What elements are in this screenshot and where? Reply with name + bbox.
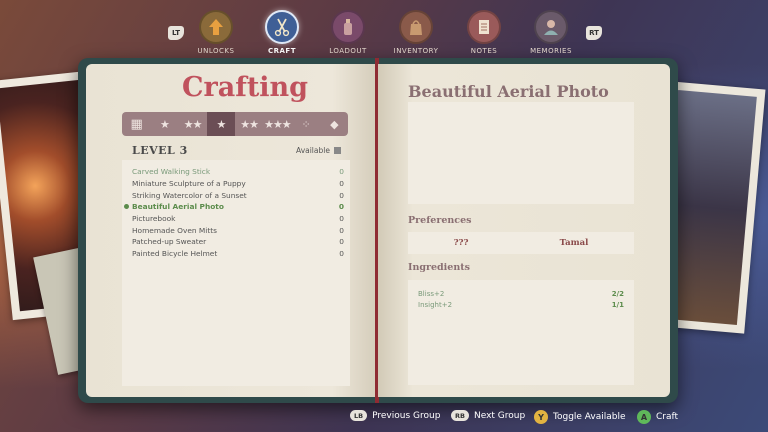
available-checkbox[interactable]: [333, 147, 341, 154]
preference-1: ???: [453, 238, 469, 248]
tier-tab-all[interactable]: ▦: [122, 112, 150, 136]
y-button-icon: Y: [534, 410, 548, 424]
scissors-icon: [265, 10, 299, 44]
rt-bumper-icon[interactable]: RT: [586, 26, 602, 40]
recipe-count: 0: [339, 190, 344, 200]
recipe-name: Picturebook: [132, 214, 176, 224]
recipe-count: 0: [339, 167, 344, 177]
tier-tab-4[interactable]: ★★: [235, 112, 263, 136]
a-button-icon: A: [637, 410, 651, 424]
recipe-detail-page: Beautiful Aerial Photo Preferences ??? T…: [378, 64, 670, 397]
hint-label: Previous Group: [372, 410, 441, 421]
list-item[interactable]: Patched-up Sweater 0: [122, 236, 350, 248]
recipe-name: Homemade Oven Mitts: [132, 225, 217, 235]
ingredient-qty: 2/2: [611, 289, 624, 298]
nav-tab-loadout[interactable]: LOADOUT: [313, 10, 383, 55]
top-nav: LT UNLOCKS CRAFT LOADOUT INVENTORY NOTES: [0, 8, 768, 60]
recipe-count: 0: [339, 179, 344, 189]
list-item[interactable]: Carved Walking Stick 0: [122, 166, 350, 178]
selection-dot-icon: [124, 204, 129, 210]
nav-label: UNLOCKS: [197, 47, 235, 55]
recipe-name: Patched-up Sweater: [132, 237, 207, 247]
rb-button-icon: RB: [451, 410, 469, 421]
recipe-list: Carved Walking Stick 0 Miniature Sculptu…: [122, 160, 350, 386]
available-toggle[interactable]: Available: [296, 146, 341, 155]
nav-tab-craft[interactable]: CRAFT: [247, 10, 317, 55]
recipe-count: 0: [339, 237, 344, 247]
hint-craft[interactable]: A Craft: [637, 410, 678, 424]
recipe-name: Miniature Sculpture of a Puppy: [132, 179, 246, 189]
list-item[interactable]: Striking Watercolor of a Sunset 0: [122, 189, 350, 201]
tier-tab-3[interactable]: ★: [206, 112, 235, 136]
list-item-selected[interactable]: Beautiful Aerial Photo 0: [122, 201, 350, 213]
level-heading: LEVEL 3: [132, 144, 188, 157]
hint-previous-group[interactable]: LB Previous Group: [350, 410, 440, 421]
recipe-name: Painted Bicycle Helmet: [132, 249, 218, 259]
tier-tab-6[interactable]: ⁘: [292, 112, 320, 136]
nav-label: INVENTORY: [393, 47, 439, 55]
recipe-name: Striking Watercolor of a Sunset: [132, 190, 247, 200]
list-item[interactable]: Homemade Oven Mitts 0: [122, 224, 350, 236]
available-label: Available: [296, 146, 330, 155]
recipe-list-page: Crafting ▦ ★ ★★ ★ ★★ ★★★ ⁘ ◆ LEVEL 3 Ava…: [86, 64, 376, 397]
preferences-heading: Preferences: [408, 215, 472, 226]
crafting-notebook: Crafting ▦ ★ ★★ ★ ★★ ★★★ ⁘ ◆ LEVEL 3 Ava…: [78, 58, 678, 403]
recipe-title: Beautiful Aerial Photo: [408, 82, 609, 101]
page-title: Crafting: [182, 72, 309, 103]
nav-tab-inventory[interactable]: INVENTORY: [381, 10, 451, 55]
tier-tab-2[interactable]: ★★: [179, 112, 207, 136]
hint-next-group[interactable]: RB Next Group: [451, 410, 525, 421]
list-item[interactable]: Picturebook 0: [122, 213, 350, 225]
hint-toggle-available[interactable]: Y Toggle Available: [534, 410, 626, 424]
arrow-up-icon: [199, 10, 233, 44]
nav-label: LOADOUT: [329, 47, 367, 55]
tier-tab-7[interactable]: ◆: [320, 112, 348, 136]
ingredient-name: Bliss+2: [418, 289, 445, 298]
notepad-icon: [467, 10, 501, 44]
nav-label: CRAFT: [267, 47, 296, 55]
nav-label: MEMORIES: [530, 47, 572, 55]
nav-tab-notes[interactable]: NOTES: [449, 10, 519, 55]
hint-label: Craft: [656, 412, 679, 422]
hint-label: Toggle Available: [553, 412, 626, 422]
list-item[interactable]: Miniature Sculpture of a Puppy 0: [122, 178, 350, 190]
recipe-name: Carved Walking Stick: [132, 167, 211, 177]
preferences-box: ??? Tamal: [408, 232, 634, 254]
list-item[interactable]: Painted Bicycle Helmet 0: [122, 248, 350, 260]
portrait-icon: [534, 10, 568, 44]
recipe-image: [408, 102, 634, 204]
nav-label: NOTES: [470, 47, 498, 55]
ingredient-qty: 1/1: [611, 300, 624, 309]
bottle-icon: [331, 10, 365, 44]
recipe-count: 0: [338, 202, 344, 212]
preference-2: Tamal: [559, 238, 589, 248]
recipe-count: 0: [339, 225, 344, 235]
recipe-name: Beautiful Aerial Photo: [132, 202, 224, 212]
hint-label: Next Group: [473, 410, 526, 421]
bag-icon: [399, 10, 433, 44]
ingredients-heading: Ingredients: [408, 262, 470, 273]
tier-tab-5[interactable]: ★★★: [263, 112, 292, 136]
recipe-count: 0: [339, 214, 344, 224]
ingredient-name: Insight+2: [418, 300, 453, 309]
lb-button-icon: LB: [350, 410, 368, 421]
ingredient-row: Bliss+2 2/2: [408, 288, 634, 299]
ingredient-row: Insight+2 1/1: [408, 299, 634, 310]
nav-tab-unlocks[interactable]: UNLOCKS: [181, 10, 251, 55]
tier-filter-bar: ▦ ★ ★★ ★ ★★ ★★★ ⁘ ◆: [122, 112, 348, 136]
tier-tab-1[interactable]: ★: [150, 112, 178, 136]
ingredients-box: Bliss+2 2/2 Insight+2 1/1: [408, 280, 634, 385]
recipe-count: 0: [339, 249, 344, 259]
nav-tab-memories[interactable]: MEMORIES: [516, 10, 586, 55]
